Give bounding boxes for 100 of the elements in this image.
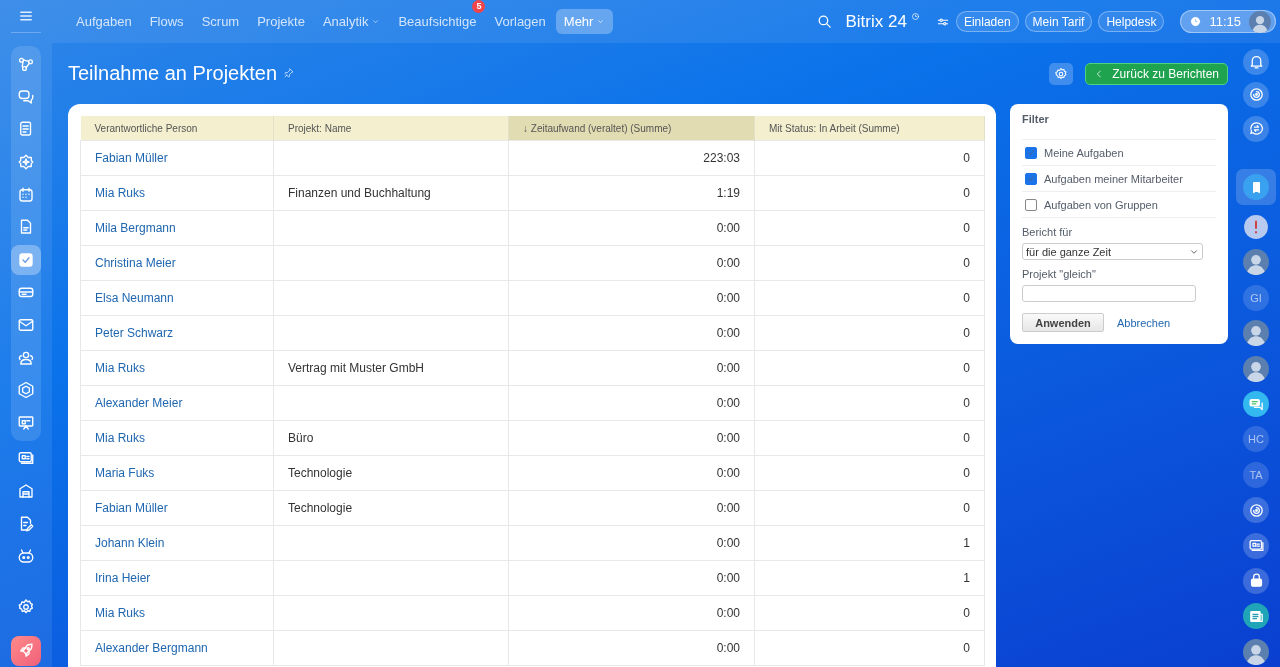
- person-link[interactable]: Mia Ruks: [95, 361, 145, 375]
- table-cell: 0: [754, 630, 985, 666]
- filter-checkbox[interactable]: Aufgaben von Gruppen: [1022, 192, 1216, 218]
- table-cell: 0:00: [508, 525, 755, 561]
- chat-icon: [17, 87, 35, 106]
- table-cell: Technologie: [273, 455, 509, 491]
- period-dropdown[interactable]: für die ganze Zeit: [1022, 243, 1203, 260]
- header-button[interactable]: Helpdesk: [1098, 11, 1165, 32]
- project-field[interactable]: [1022, 285, 1196, 302]
- settings-button[interactable]: [1049, 62, 1074, 85]
- table-cell: 0: [754, 350, 985, 386]
- back-button[interactable]: Zurück zu Berichten: [1085, 62, 1228, 85]
- nav-item[interactable]: [11, 244, 41, 275]
- filter-checkbox[interactable]: Aufgaben meiner Mitarbeiter: [1022, 166, 1216, 192]
- header-button[interactable]: Einladen: [955, 11, 1019, 32]
- cancel-link[interactable]: Abbrechen: [1117, 316, 1171, 329]
- table-cell: 223:03: [508, 140, 755, 176]
- counter-badge: 5: [472, 0, 486, 13]
- person-link[interactable]: Christina Meier: [95, 256, 176, 270]
- nodes-icon: [17, 55, 35, 74]
- table-cell: 0: [754, 385, 985, 421]
- table-cell: 0: [754, 210, 985, 246]
- column-header[interactable]: Verantwortliche Person: [80, 116, 274, 141]
- table-cell: 0:00: [508, 630, 755, 666]
- search-icon: [816, 13, 834, 30]
- table-cell: 0: [754, 595, 985, 631]
- rocket-icon: [17, 641, 35, 660]
- alert-icon: [1243, 214, 1269, 241]
- avatar-icon[interactable]: [1243, 320, 1269, 347]
- table-cell: 0:00: [508, 385, 755, 421]
- table-cell: Büro: [273, 420, 509, 456]
- table-cell: Technologie: [273, 490, 509, 526]
- filter-title: Filter: [1022, 113, 1216, 140]
- column-header[interactable]: Projekt: Name: [273, 116, 509, 141]
- column-header[interactable]: ↓ Zeitaufwand (veraltet) (Summe): [508, 116, 755, 141]
- robot-icon: [17, 547, 35, 566]
- brand-logo[interactable]: Bitrix 24: [845, 11, 907, 32]
- avatar-icon[interactable]: [1243, 249, 1269, 276]
- table-cell: 0:00: [508, 560, 755, 596]
- person-link[interactable]: Mia Ruks: [95, 431, 145, 445]
- table-cell: Finanzen und Buchhaltung: [273, 175, 509, 211]
- person-link[interactable]: Fabian Müller: [95, 501, 168, 515]
- page-title: Teilnahme an Projekten: [68, 62, 277, 85]
- table-cell: 0: [754, 455, 985, 491]
- header-button[interactable]: Mein Tarif: [1024, 11, 1093, 32]
- table-cell: 0:00: [508, 420, 755, 456]
- clock-icon: [1190, 16, 1202, 27]
- table-cell: 0:00: [508, 315, 755, 351]
- person-link[interactable]: Mia Ruks: [95, 186, 145, 200]
- table-cell: 0:00: [508, 350, 755, 386]
- caret-icon: [371, 17, 381, 26]
- table-cell: 0: [754, 175, 985, 211]
- person-link[interactable]: Peter Schwarz: [95, 326, 174, 340]
- person-link[interactable]: Mia Ruks: [95, 606, 145, 620]
- avatar-icon[interactable]: [1243, 355, 1269, 382]
- table-cell: 1:19: [508, 175, 755, 211]
- person-link[interactable]: Elsa Neumann: [95, 291, 174, 305]
- calendar-icon: [17, 185, 35, 204]
- table-cell: 0: [754, 490, 985, 526]
- column-header[interactable]: Mit Status: In Arbeit (Summe): [754, 116, 985, 141]
- hexagon-icon: [17, 381, 35, 400]
- spiral-icon: [1247, 86, 1265, 103]
- clock-icon: [910, 11, 920, 21]
- table-cell: 0: [754, 420, 985, 456]
- selected-item[interactable]: [1236, 169, 1276, 206]
- table-cell: 0:00: [508, 455, 755, 491]
- table-cell: 0:00: [508, 490, 755, 526]
- field-label: Projekt "gleich": [1022, 268, 1097, 280]
- table-cell: 0: [754, 315, 985, 351]
- avatar-icon[interactable]: [1249, 10, 1271, 33]
- table-cell: 1: [754, 525, 985, 561]
- field-label: Bericht für: [1022, 226, 1074, 238]
- spiral-icon: [1247, 501, 1265, 519]
- sparkle-icon: [17, 153, 35, 171]
- avatar-icon[interactable]: [1243, 638, 1269, 665]
- caret-icon: [596, 17, 606, 26]
- settings-icon: [1054, 66, 1069, 81]
- table-cell: 0: [754, 280, 985, 316]
- person-link[interactable]: Fabian Müller: [95, 151, 168, 165]
- nav-item[interactable]: [11, 635, 41, 666]
- person-link[interactable]: Irina Heier: [95, 571, 151, 585]
- checkbox-icon: [17, 250, 35, 269]
- filter-checkbox[interactable]: Meine Aufgaben: [1022, 140, 1216, 166]
- check-icon: [1026, 173, 1036, 184]
- table-cell: Vertrag mit Muster GmbH: [273, 350, 509, 386]
- apply-button[interactable]: Anwenden: [1022, 313, 1104, 332]
- person-link[interactable]: Alexander Meier: [95, 396, 183, 410]
- check-icon: [1026, 147, 1036, 158]
- table-cell: 0:00: [508, 245, 755, 281]
- pin-icon: [283, 66, 295, 79]
- table-cell: 0:00: [508, 280, 755, 316]
- chat-icon: [1247, 120, 1265, 138]
- table-cell: 0:00: [508, 595, 755, 631]
- person-link[interactable]: Mila Bergmann: [95, 221, 176, 235]
- person-link[interactable]: Johann Klein: [95, 536, 165, 550]
- table-cell: 0:00: [508, 210, 755, 246]
- table-cell: 0: [754, 140, 985, 176]
- presentation-icon: [17, 413, 35, 432]
- person-link[interactable]: Maria Fuks: [95, 466, 155, 480]
- table-cell: 0: [754, 245, 985, 281]
